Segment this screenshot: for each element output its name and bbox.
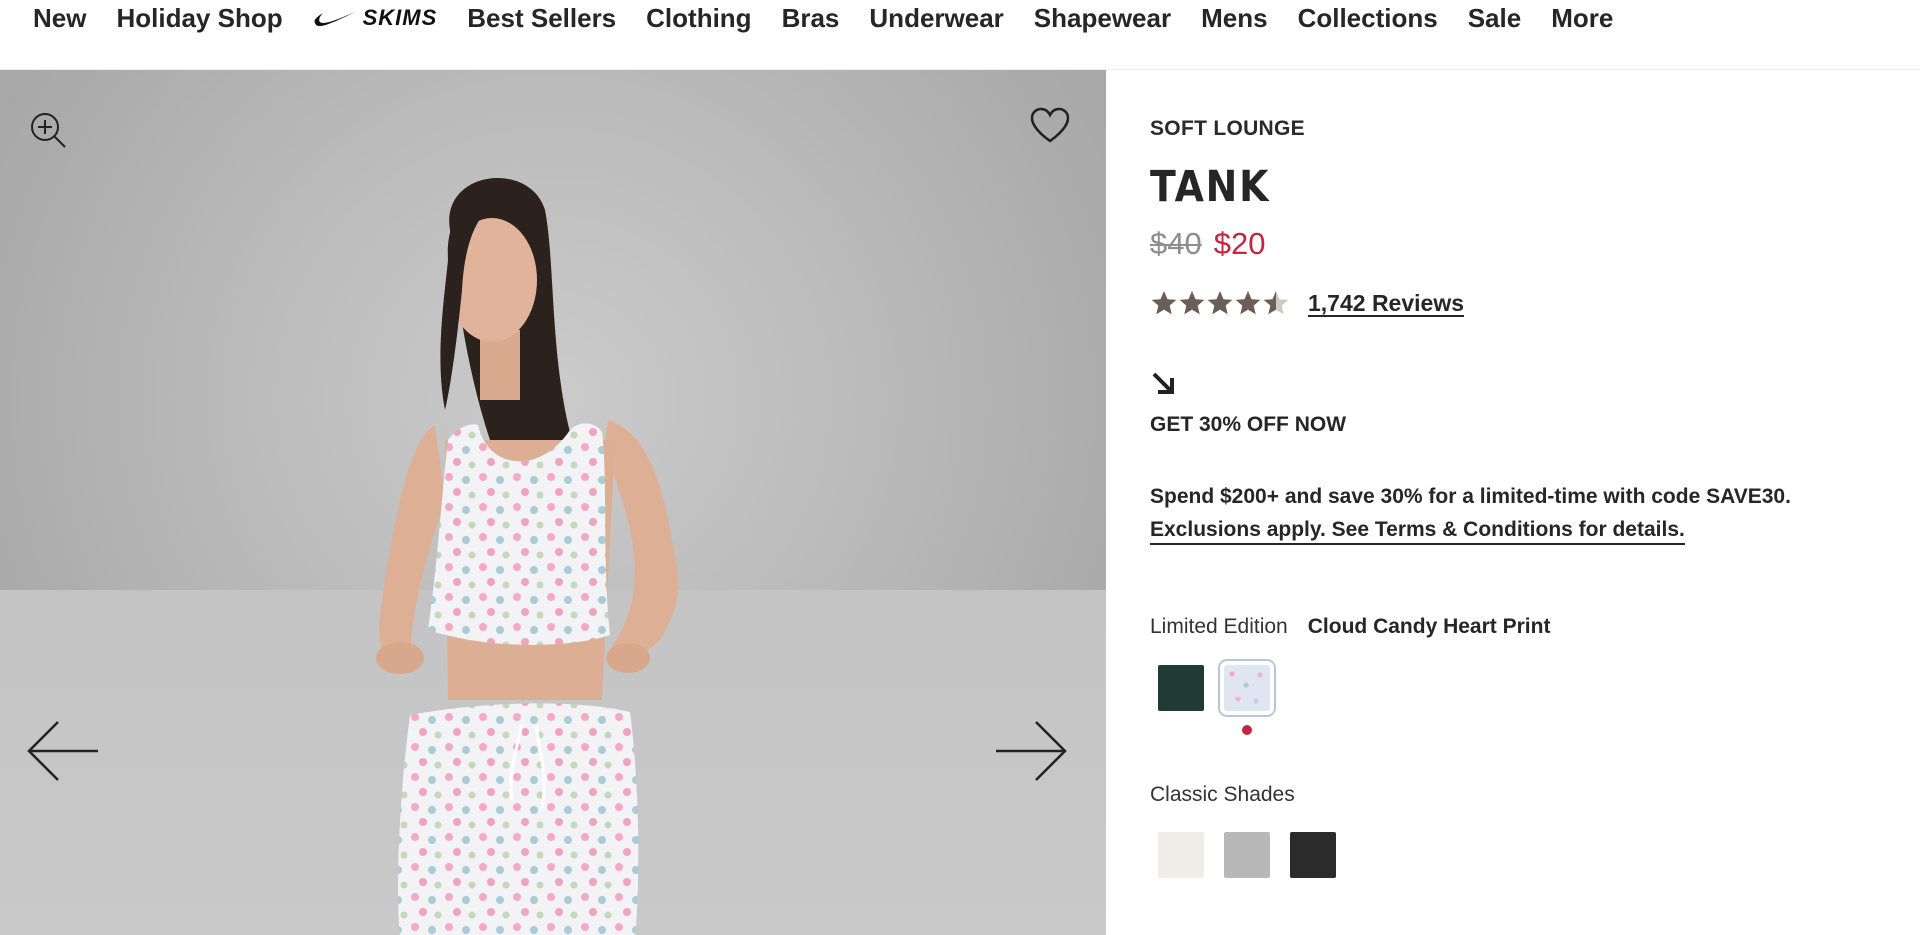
limited-swatch-list (1150, 659, 1282, 735)
star-icon (1235, 291, 1261, 315)
reviews-link[interactable]: 1,742 Reviews (1308, 290, 1464, 317)
heart-icon[interactable] (1030, 107, 1070, 145)
nav-item-mens[interactable]: Mens (1201, 5, 1267, 31)
sale-price: $20 (1213, 226, 1266, 261)
star-icon (1151, 291, 1177, 315)
star-rating[interactable] (1150, 289, 1290, 317)
nav-item-more[interactable]: More (1551, 5, 1613, 31)
top-navigation: New Holiday Shop SKIMS Best Sellers Clot… (0, 0, 1920, 70)
nav-item-shapewear[interactable]: Shapewear (1034, 5, 1171, 31)
swatch-cloud-candy-heart-print[interactable] (1218, 659, 1276, 735)
arrow-left-icon[interactable] (26, 720, 100, 782)
promo-text: Spend $200+ and save 30% for a limited-t… (1150, 480, 1890, 546)
product-title: TANK (1150, 162, 1271, 212)
arrow-down-right-icon (1152, 372, 1174, 394)
promo-description: Spend $200+ and save 30% for a limited-t… (1150, 485, 1791, 508)
classic-swatch-list (1150, 832, 1348, 878)
limited-edition-label: Limited Edition (1150, 615, 1288, 638)
star-icon (1179, 291, 1205, 315)
product-info-panel: SOFT LOUNGE TANK $40 $20 1,742 Reviews G… (1150, 70, 1890, 935)
price-row: $40 $20 (1150, 226, 1265, 262)
nav-item-new[interactable]: New (33, 5, 86, 31)
classic-shades-label: Classic Shades (1150, 783, 1295, 806)
promo-heading: GET 30% OFF NOW (1150, 413, 1347, 436)
nav-item-clothing[interactable]: Clothing (646, 5, 751, 31)
model-photo (376, 177, 679, 935)
nav-item-best-sellers[interactable]: Best Sellers (467, 5, 616, 31)
rating-row: 1,742 Reviews (1150, 289, 1464, 317)
nav-item-holiday-shop[interactable]: Holiday Shop (116, 5, 282, 31)
nike-swoosh-icon (314, 10, 357, 26)
arrow-right-icon[interactable] (994, 720, 1068, 782)
zoom-in-icon[interactable] (28, 110, 68, 150)
nav-item-collections[interactable]: Collections (1298, 5, 1438, 31)
star-icon (1263, 291, 1289, 315)
swatch-onyx[interactable] (1290, 832, 1336, 878)
nav-item-sale[interactable]: Sale (1468, 5, 1522, 31)
collection-label[interactable]: SOFT LOUNGE (1150, 117, 1305, 141)
selected-color-name: Cloud Candy Heart Print (1307, 615, 1551, 638)
terms-link[interactable]: Exclusions apply. See Terms & Conditions… (1150, 518, 1685, 545)
original-price: $40 (1150, 226, 1202, 261)
swatch-bone[interactable] (1158, 832, 1204, 878)
swatch-heather-grey[interactable] (1224, 832, 1270, 878)
nav-item-underwear[interactable]: Underwear (869, 5, 1003, 31)
skims-logo-text: SKIMS (362, 4, 438, 30)
color-selection-header: Limited Edition Cloud Candy Heart Print (1150, 615, 1550, 639)
star-icon (1207, 291, 1233, 315)
nav-item-bras[interactable]: Bras (782, 5, 840, 31)
product-image-gallery[interactable] (0, 70, 1106, 935)
selected-indicator-dot (1242, 725, 1252, 735)
swatch-dark-green[interactable] (1158, 665, 1204, 711)
nike-skims-logo[interactable]: SKIMS (313, 4, 438, 30)
